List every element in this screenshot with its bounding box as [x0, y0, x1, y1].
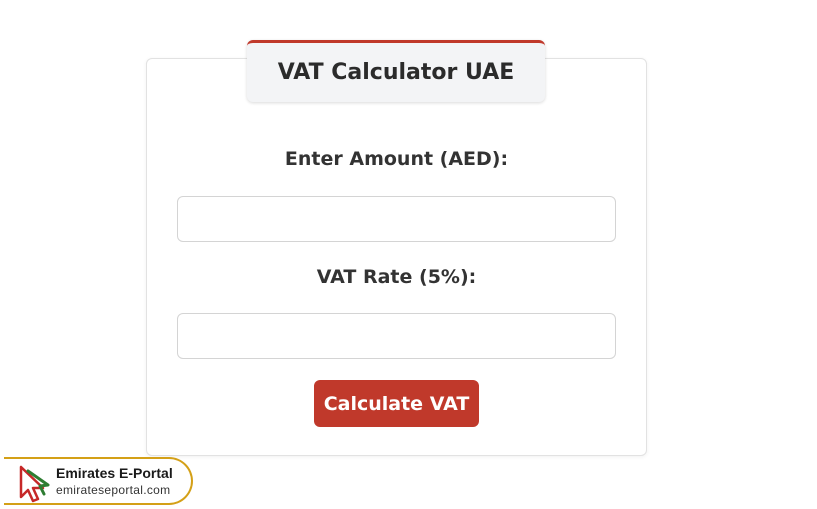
watermark-name: Emirates E-Portal: [56, 465, 173, 481]
vat-rate-label: VAT Rate (5%):: [316, 266, 477, 288]
amount-label: Enter Amount (AED):: [284, 148, 509, 170]
watermark-url: emirateseportal.com: [56, 483, 171, 497]
amount-input[interactable]: [177, 196, 616, 242]
cursor-arrow-icon: [19, 465, 50, 503]
calculate-vat-button[interactable]: Calculate VAT: [314, 380, 479, 427]
emirates-eportal-watermark: Emirates E-Portal emirateseportal.com: [4, 457, 193, 505]
vat-rate-input[interactable]: [177, 313, 616, 359]
page: VAT Calculator UAE Enter Amount (AED): V…: [0, 0, 817, 509]
calculator-title: VAT Calculator UAE: [247, 40, 545, 102]
